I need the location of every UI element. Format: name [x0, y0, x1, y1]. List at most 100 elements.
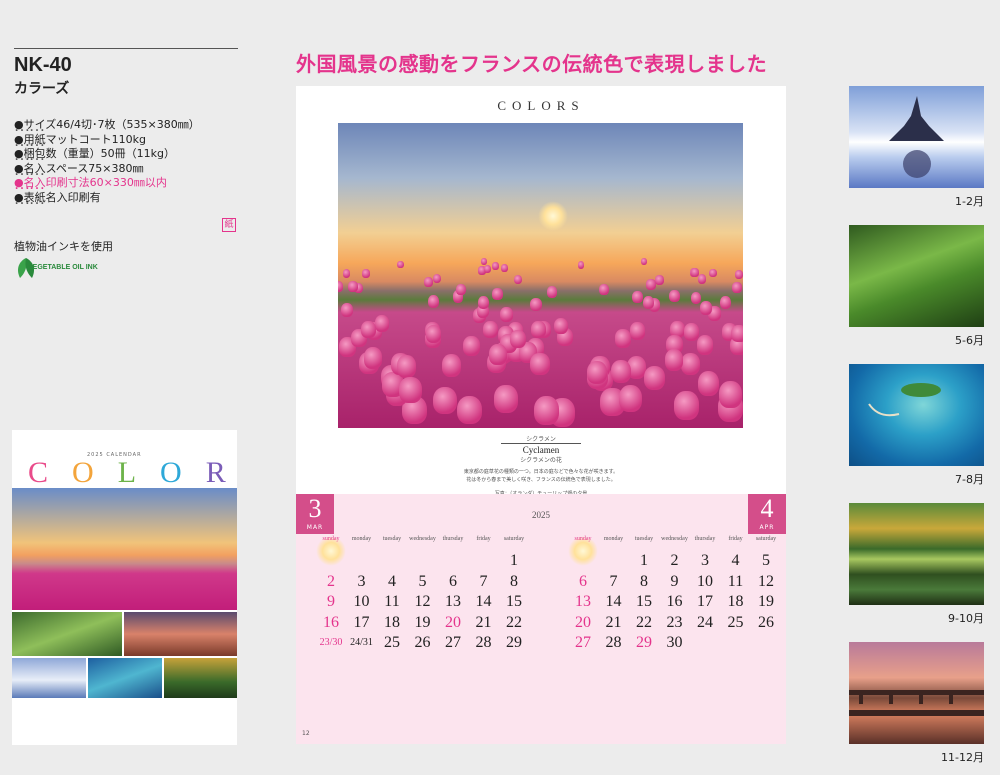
thumb-may-jun — [849, 225, 984, 327]
tulip-flower — [699, 301, 712, 316]
calendar-day: 24/31 — [350, 637, 373, 648]
calendar-day: 27 — [575, 634, 591, 651]
tulip-flower — [632, 290, 643, 303]
tulip-flower — [396, 355, 417, 378]
calendar-day: 2 — [670, 552, 679, 569]
tulip-flower — [477, 295, 490, 309]
calendar-day: 7 — [609, 572, 618, 590]
tulip-flower — [425, 325, 442, 343]
calendar-day: 28 — [605, 634, 622, 651]
calendar-day: 15 — [506, 593, 522, 610]
calendar-day: 5 — [762, 552, 770, 569]
tulip-flower — [530, 352, 550, 376]
calendar-day: 5 — [418, 572, 427, 590]
calendar-day: 7 — [479, 572, 488, 590]
weekday-label: tuesday — [382, 536, 402, 542]
calendar-day: 20 — [445, 613, 461, 631]
weekday-label: wednesday — [409, 536, 436, 542]
tulip-flower — [674, 391, 699, 420]
calendar-day: 18 — [384, 613, 400, 631]
tulip-flower — [533, 396, 559, 426]
tulip-flower — [492, 288, 503, 301]
calendar-day: 3 — [701, 552, 709, 569]
tulip-flower — [397, 260, 404, 268]
tulip-flower — [614, 329, 631, 348]
veg-logo-text: VEGETABLE OIL INK — [28, 264, 98, 271]
calendar-day: 23 — [666, 613, 683, 631]
thumb-label-jan-feb: 1-2月 — [955, 195, 984, 208]
thumb-label-sep-oct: 9-10月 — [948, 612, 984, 625]
calendar-day: 22 — [636, 613, 652, 631]
calendar-grid: 2025 3 MAR sunday monday tuesday wednesday thu… — [296, 494, 786, 744]
tulip-flower — [348, 281, 358, 293]
calendar-day: 27 — [445, 634, 461, 651]
calendar-day: 22 — [506, 613, 522, 631]
page-number: 12 — [302, 730, 310, 737]
weekday-label: thursday — [694, 536, 716, 542]
tulip-flower — [696, 335, 714, 355]
cover-thumbnails — [12, 612, 237, 722]
paper-mark-icon: 紙 — [222, 218, 236, 232]
tulip-flower — [361, 320, 376, 338]
tulip-flower — [644, 365, 666, 390]
tulip-flower — [340, 302, 353, 317]
tulip-flower — [529, 297, 542, 311]
tulip-flower — [719, 295, 732, 309]
month-box-mar: 3 MAR — [296, 494, 334, 534]
catalog-page: NK-40 カラーズ ●サイズ46/4切･7枚（535×380㎜） ●用紙マット… — [0, 0, 1000, 775]
caption-en-name: Cyclamen — [522, 445, 560, 455]
calendar-day: 17 — [697, 593, 713, 610]
tulip-flower — [669, 290, 680, 303]
thumb-label-jul-aug: 7-8月 — [955, 473, 984, 486]
tulip-flower — [489, 343, 508, 365]
calendar-day: 1 — [510, 552, 518, 569]
thumb-label-may-jun: 5-6月 — [955, 334, 984, 347]
calendar-day: 29 — [636, 634, 652, 651]
cover-thumb-bridge — [124, 612, 237, 656]
calendar-day: 15 — [636, 593, 652, 610]
tulip-flower — [398, 377, 422, 404]
photo-caption: シクラメン Cyclamen シクラメンの花 東京都の庭草花の種類の一つ。日本の… — [296, 434, 786, 497]
tulip-flower — [683, 323, 699, 341]
calendar-day: 14 — [605, 593, 622, 610]
tulip-flower — [442, 354, 462, 377]
tulip-flower — [641, 258, 648, 266]
weekday-label: wednesday — [661, 536, 688, 542]
weekday-label: saturday — [503, 536, 525, 542]
calendar-day: 21 — [475, 613, 492, 631]
calendar-day: 9 — [670, 572, 679, 590]
weekday-label: monday — [351, 536, 372, 542]
spec-row-size: ●サイズ46/4切･7枚（535×380㎜） — [14, 118, 238, 133]
tulip-flower — [457, 395, 483, 425]
spec-row-print-size: ●名入印刷寸法60×330㎜以内 — [14, 176, 238, 191]
weekday-label: sunday — [568, 536, 598, 566]
calendar-day: 1 — [640, 552, 648, 569]
cover-thumb-landscape — [12, 612, 122, 656]
caption-jp-sub: シクラメンの花 — [520, 457, 562, 464]
calendar-day: 11 — [384, 593, 400, 610]
calendar-day: 20 — [575, 613, 591, 631]
cover-preview: 2025 CALENDAR COLORS — [12, 430, 237, 745]
tulip-flower — [338, 280, 344, 292]
calendar-day: 9 — [327, 593, 335, 610]
tulip-flower — [553, 317, 569, 335]
tulip-flower — [363, 347, 383, 369]
calendar-day: 28 — [475, 634, 492, 651]
spec-row-name-space: ●名入スペース75×380㎜ — [14, 162, 238, 177]
product-code: NK-40 — [14, 54, 72, 76]
product-series: カラーズ — [14, 81, 70, 97]
weekday-label: sunday — [316, 536, 346, 566]
thumb-sep-oct — [849, 503, 984, 605]
tulip-flower — [680, 352, 700, 375]
calendar-day: 4 — [388, 572, 396, 590]
tulip-flower — [618, 384, 643, 413]
tulip-flower — [599, 283, 610, 295]
tulip-flower — [375, 315, 390, 332]
calendar-year: 2025 — [532, 510, 550, 520]
thumb-jan-feb — [849, 86, 984, 188]
tulip-flower — [735, 269, 743, 279]
headline: 外国風景の感動をフランスの伝統色で表現しました — [296, 52, 768, 76]
tulip-flower — [655, 275, 664, 285]
tulip-flower — [483, 264, 491, 273]
calendar-sheet: COLORS シクラメン Cyclamen シクラメンの花 東京都の庭草花の種類… — [296, 86, 786, 744]
